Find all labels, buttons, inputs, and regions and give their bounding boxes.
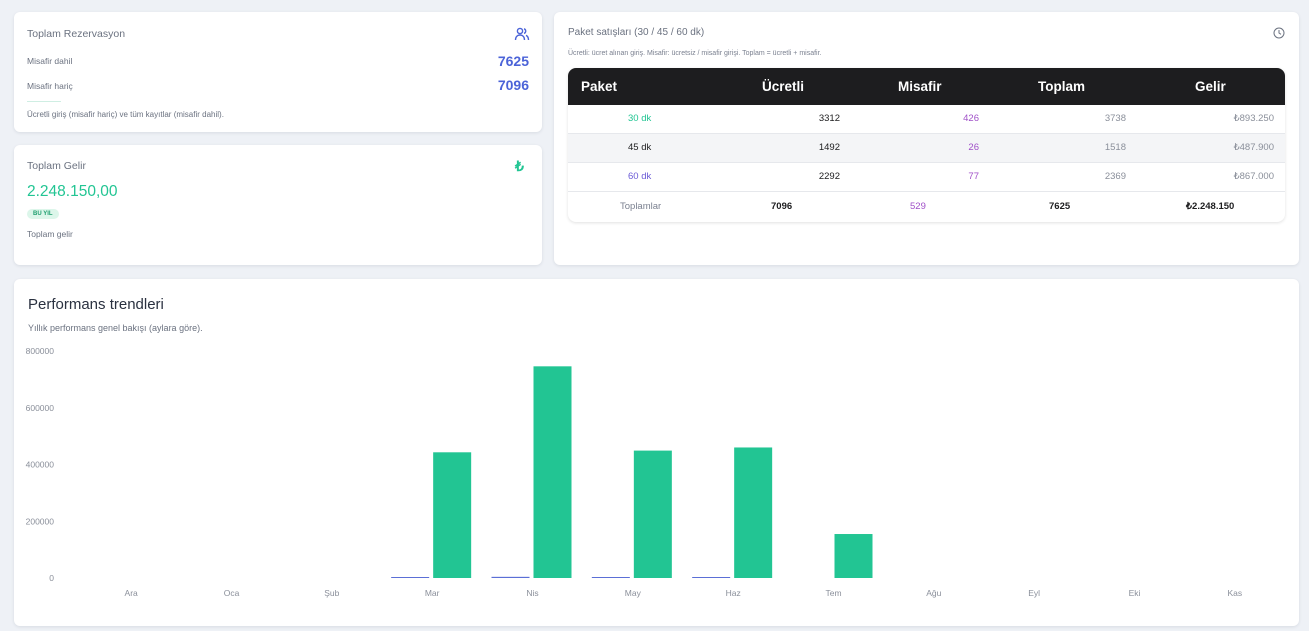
y-tick-label: 200000	[26, 516, 55, 526]
total-cell: 2369	[1104, 171, 1126, 182]
reservations-card: Toplam Rezervasyon Misafir dahil 7625 Mi…	[14, 12, 542, 132]
package-cell: 45 dk	[628, 142, 652, 153]
x-tick-label: Tem	[825, 588, 841, 598]
package-cell: 30 dk	[628, 113, 652, 124]
chart-bar[interactable]	[491, 576, 530, 578]
revenue-cell: ₺893.250	[1233, 113, 1274, 124]
chart-bar[interactable]	[533, 366, 572, 578]
x-tick-label: Kas	[1228, 588, 1243, 598]
header-total: Toplam	[1038, 79, 1085, 94]
chart-bar[interactable]	[834, 534, 873, 578]
paid-cell: 1492	[818, 142, 840, 153]
totals-paid: 7096	[771, 201, 793, 212]
table-row: 30 dk 3312 426 3738 ₺893.250	[568, 105, 1285, 134]
package-sales-card: Paket satışları (30 / 45 / 60 dk) Ücretl…	[554, 12, 1299, 265]
x-tick-label: Eyl	[1028, 588, 1040, 598]
users-icon	[514, 27, 530, 41]
x-tick-label: Haz	[726, 588, 741, 598]
x-tick-label: Ağu	[926, 588, 941, 598]
table-row: 45 dk 1492 26 1518 ₺487.900	[568, 134, 1285, 163]
chart-bar[interactable]	[692, 577, 731, 578]
paid-cell: 2292	[818, 171, 840, 182]
guest-cell: 426	[963, 113, 979, 124]
x-tick-label: Ara	[125, 588, 139, 598]
y-tick-label: 800000	[26, 346, 55, 356]
y-tick-label: 400000	[26, 460, 55, 470]
chart-bar[interactable]	[391, 577, 430, 578]
chart-bar[interactable]	[591, 577, 630, 578]
without-guest-value: 7096	[497, 77, 529, 93]
paid-cell: 3312	[818, 113, 840, 124]
revenue-cell: ₺867.000	[1233, 171, 1274, 182]
header-package: Paket	[581, 79, 618, 94]
revenue-footnote: Toplam gelir	[27, 229, 73, 239]
without-guest-label: Misafir hariç	[27, 81, 73, 91]
header-revenue: Gelir	[1195, 79, 1226, 94]
reservations-footnote: Ücretli giriş (misafir hariç) ve tüm kay…	[27, 110, 224, 119]
x-tick-label: Eki	[1129, 588, 1141, 598]
table-row: 60 dk 2292 77 2369 ₺867.000	[568, 163, 1285, 192]
totals-total: 7625	[1049, 201, 1071, 212]
lira-icon: ₺	[515, 158, 524, 174]
chart-bar[interactable]	[734, 447, 773, 578]
performance-chart: 0 200000 400000 600000 800000 Ara Oca Şub Mar Nis…	[26, 346, 1243, 598]
total-cell: 1518	[1104, 142, 1126, 153]
package-cell: 60 dk	[628, 171, 652, 182]
x-tick-label: Şub	[324, 588, 339, 598]
chart-bar[interactable]	[633, 450, 672, 578]
y-tick-label: 600000	[26, 403, 55, 413]
period-badge: BU YIL	[27, 209, 59, 219]
totals-guest: 529	[910, 201, 926, 212]
chart-bar[interactable]	[433, 452, 472, 578]
package-sales-note: Ücretli: ücret alınan giriş. Misafir: üc…	[568, 50, 822, 57]
x-tick-label: May	[625, 588, 642, 598]
header-guest: Misafir	[898, 79, 942, 94]
x-tick-label: Nis	[526, 588, 538, 598]
y-tick-label: 0	[49, 573, 54, 583]
revenue-amount: 2.248.150,00	[27, 183, 118, 200]
with-guest-value: 7625	[497, 53, 529, 69]
header-paid: Ücretli	[762, 79, 805, 94]
package-table: Paket Ücretli Misafir Toplam Gelir 30 dk…	[568, 68, 1285, 222]
revenue-title: Toplam Gelir	[27, 160, 86, 172]
performance-card: Performans trendleri Yıllık performans g…	[14, 279, 1299, 626]
divider	[27, 101, 61, 102]
revenue-cell: ₺487.900	[1233, 142, 1274, 153]
totals-revenue: ₺2.248.150	[1186, 201, 1235, 212]
totals-label: Toplamlar	[620, 201, 662, 212]
table-header: Paket Ücretli Misafir Toplam Gelir	[568, 68, 1285, 105]
with-guest-label: Misafir dahil	[27, 56, 73, 66]
guest-cell: 77	[968, 171, 979, 182]
totals-row: Toplamlar 7096 529 7625 ₺2.248.150	[568, 193, 1285, 222]
reservations-title: Toplam Rezervasyon	[27, 28, 126, 40]
clock-icon	[1273, 27, 1285, 39]
total-cell: 3738	[1104, 113, 1126, 124]
revenue-card: Toplam Gelir ₺ 2.248.150,00 BU YIL Topla…	[14, 145, 542, 265]
guest-cell: 26	[968, 142, 979, 153]
x-tick-label: Oca	[224, 588, 240, 598]
package-sales-title: Paket satışları (30 / 45 / 60 dk)	[568, 27, 705, 38]
x-tick-label: Mar	[425, 588, 440, 598]
